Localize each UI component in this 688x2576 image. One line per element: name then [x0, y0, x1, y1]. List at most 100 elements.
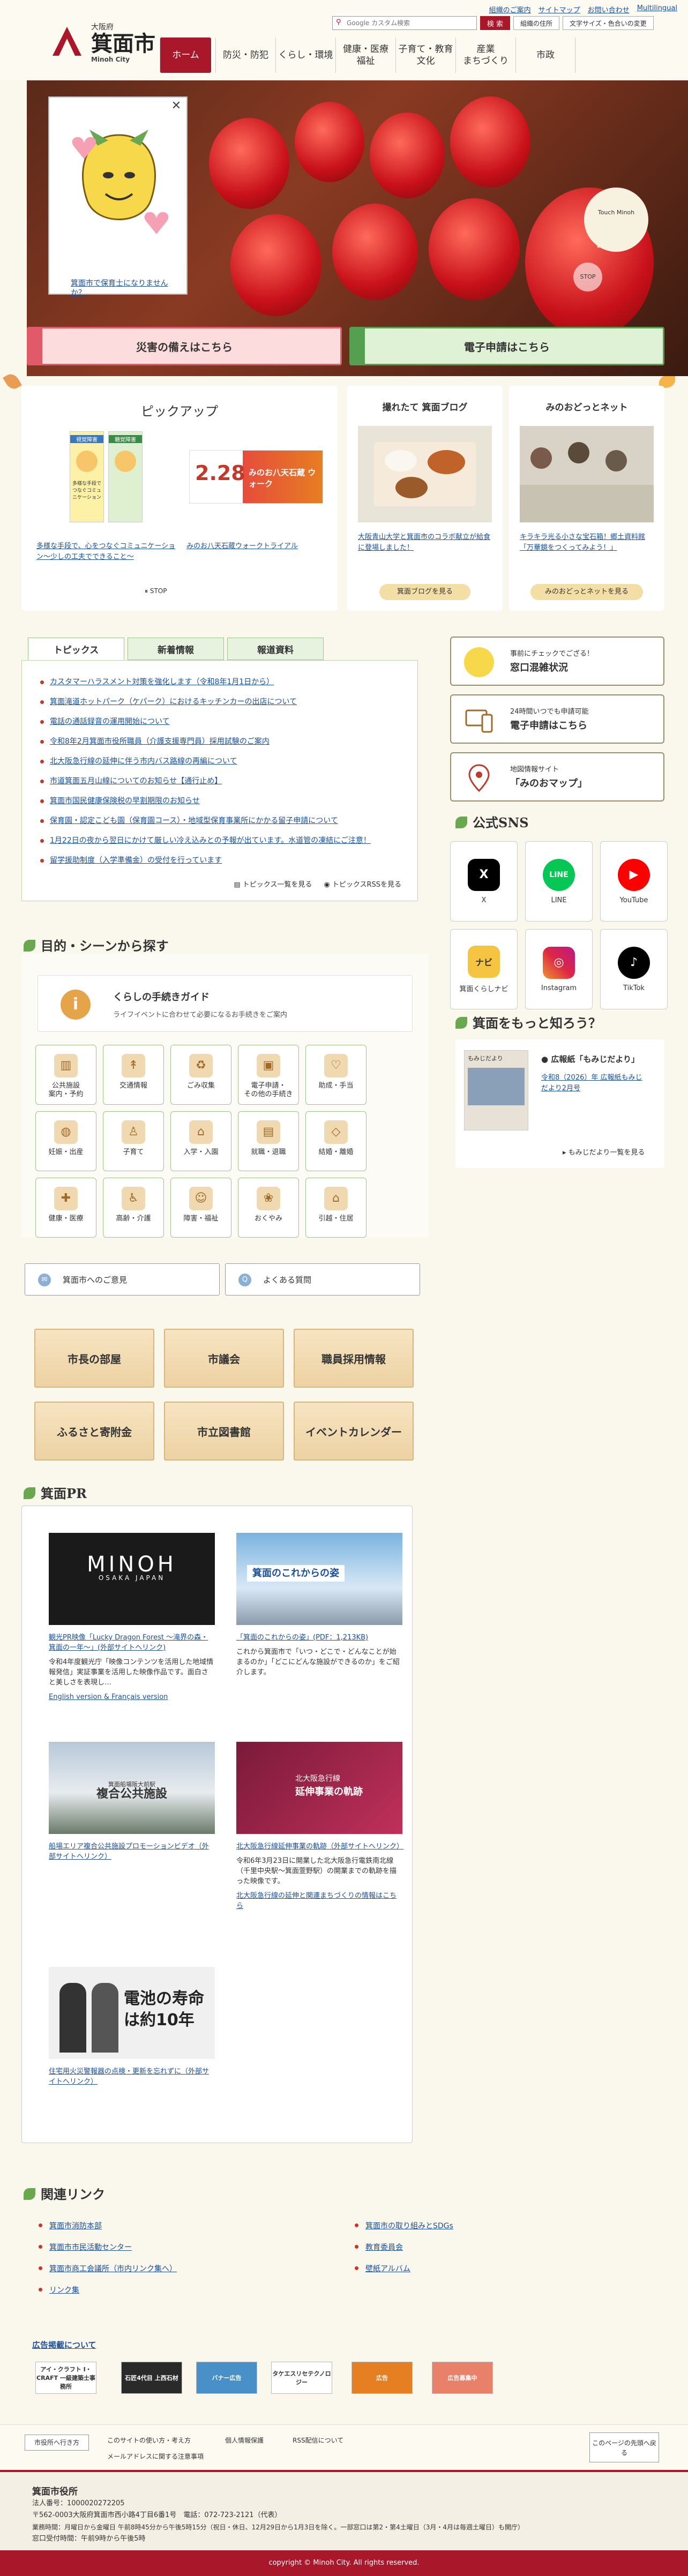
pr-link-facility[interactable]: 船場エリア複合公共施設プロモーションビデオ（外部サイトへリンク） — [49, 1841, 215, 1862]
purpose-health[interactable]: ✚ 健康・医療 — [35, 1178, 96, 1238]
pr-image-railway[interactable]: 北大阪急行線 延伸事業の軌跡 — [236, 1742, 402, 1834]
footer-link-privacy[interactable]: 個人情報保護 — [225, 2436, 264, 2445]
link-contact[interactable]: お問い合わせ — [588, 4, 630, 14]
topic-item[interactable]: 令和8年2月箕面市役所職員（介護支援専門員）採用試験のご案内 — [38, 732, 401, 752]
search-input[interactable] — [332, 16, 477, 30]
pr-image-facility[interactable]: 箕面船場阪大前駅 複合公共施設 — [49, 1742, 215, 1834]
topic-item[interactable]: 箕面滝道ホットパーク（ケパーク）におけるキッチンカーの出店について — [38, 692, 401, 712]
purpose-elderly[interactable]: ♿ 高齢・介護 — [103, 1178, 164, 1238]
pickup-link-2[interactable]: みのお八天石蔵ウォークトライアル — [186, 541, 326, 552]
topic-item[interactable]: 市道箕面五月山線についてのお知らせ【通行止め】 — [38, 772, 401, 791]
hero-stop-button[interactable]: STOP — [573, 263, 602, 291]
disaster-prep-button[interactable]: 災害の備えはこちら — [27, 327, 342, 365]
purpose-moving[interactable]: ⌂ 引越・住居 — [305, 1178, 367, 1238]
sns-line[interactable]: LINE LINE — [525, 841, 593, 922]
pickup-stop-button[interactable]: ⏸ STOP — [145, 587, 167, 595]
purpose-employment[interactable]: ▤ 就職・退職 — [238, 1111, 299, 1171]
purpose-facilities[interactable]: ▥ 公共施設 案内・予約 — [35, 1045, 96, 1105]
purpose-pregnancy[interactable]: ◍ 妊娠・出産 — [35, 1111, 96, 1171]
sns-x[interactable]: XX — [450, 841, 518, 922]
purpose-garbage[interactable]: ♻ ごみ収集 — [170, 1045, 231, 1105]
pickup-item-1[interactable]: 視覚障害 多様な手段でつなぐコミュニケーション 聴覚障害 多様な手段で、心をつな… — [36, 429, 176, 563]
ad-banner[interactable]: 広告募集中 — [432, 2362, 493, 2394]
popup-link-nursery[interactable]: 箕面市で保育士になりませんか？ — [71, 279, 178, 298]
event-calendar-button[interactable]: イベントカレンダー — [294, 1402, 414, 1461]
sns-kurashi-navi[interactable]: ナビ 箕面くらしナビ — [450, 929, 518, 1009]
related-link[interactable]: 壁紙アルバム — [354, 2263, 410, 2274]
touch-minoh-badge[interactable]: Touch Minoh — [584, 188, 648, 252]
pr-link-future[interactable]: 「箕面のこれからの姿」(PDF：1,213KB) — [236, 1633, 402, 1643]
topic-item[interactable]: 留学援助制度（入学準備金）の受付を行っています — [38, 851, 401, 871]
pickup-link-1[interactable]: 多様な手段で、心をつなぐコミュニケーション～少しの工夫でできること～ — [36, 541, 176, 563]
pr-link-english[interactable]: English version & Français version — [49, 1692, 215, 1702]
purpose-marriage[interactable]: ◇ 結婚・離婚 — [305, 1111, 367, 1171]
blog-button[interactable]: 箕面ブログを見る — [379, 584, 470, 600]
pickup-item-2[interactable]: 2.28 みのお八天石蔵 ウォーク みのお八天石蔵ウォークトライアル — [186, 429, 326, 552]
map-card[interactable]: 地図情報サイト 「みのおマップ」 — [450, 752, 664, 802]
momiji-cover-image[interactable]: もみじだより — [464, 1050, 528, 1130]
nav-home[interactable]: ホーム — [160, 38, 211, 73]
e-application-button[interactable]: 電子申請はこちら — [349, 327, 664, 365]
pr-link-railway[interactable]: 北大阪急行線延伸事業の軌跡（外部サイトへリンク） — [236, 1841, 403, 1852]
tab-press[interactable]: 報道資料 — [227, 638, 324, 660]
nav-life[interactable]: くらし・環境 — [275, 38, 335, 73]
tab-new-info[interactable]: 新着情報 — [128, 638, 224, 660]
pr-link-railway-info[interactable]: 北大阪急行線の延伸と関連まちづくりの情報はこちら — [236, 1891, 402, 1911]
purpose-childcare[interactable]: ♙ 子育て — [103, 1111, 164, 1171]
furusato-button[interactable]: ふるさと寄附金 — [34, 1402, 154, 1461]
link-sitemap[interactable]: サイトマップ — [539, 4, 580, 14]
nav-industry[interactable]: 産業 まちづくり — [455, 38, 515, 73]
search-button[interactable]: 検 索 — [480, 16, 510, 30]
directions-button[interactable]: 市役所へ行き方 — [25, 2435, 89, 2451]
topics-list-link[interactable]: ▤ トピックス一覧を見る — [234, 879, 312, 889]
link-multilingual[interactable]: Multilingual — [637, 4, 677, 14]
topic-item[interactable]: 電話の通話録音の運用開始について — [38, 712, 401, 732]
purpose-welfare[interactable]: ☺ 障害・福祉 — [170, 1178, 231, 1238]
link-organization[interactable]: 組織のご案内 — [489, 4, 531, 14]
procedure-guide-card[interactable]: i くらしの手続きガイド ライフイベントに合わせて必要になるお手続きをご案内 — [38, 975, 413, 1032]
ad-banner[interactable]: バナー広告 — [196, 2362, 257, 2394]
close-icon[interactable]: ✕ — [169, 100, 183, 114]
footer-link-usage[interactable]: このサイトの使い方・考え方 — [107, 2436, 191, 2445]
related-link[interactable]: リンク集 — [38, 2285, 79, 2295]
blog-article-link[interactable]: 大阪青山大学と箕面市のコラボ献立が給食に登場しました！ — [358, 532, 492, 553]
related-link[interactable]: 箕面市の取り組みとSDGs — [354, 2220, 453, 2231]
related-link[interactable]: 箕面市市民活動センター — [38, 2242, 132, 2252]
organization-address-button[interactable]: 組織の住所 — [513, 16, 560, 30]
feedback-button[interactable]: ✉ 箕面市へのご意見 — [25, 1263, 220, 1296]
topic-item[interactable]: カスタマーハラスメント対策を強化します（令和8年1月1日から） — [38, 672, 401, 692]
purpose-condolence[interactable]: ❀ おくやみ — [238, 1178, 299, 1238]
pr-image-future[interactable]: 箕面のこれからの姿 — [236, 1533, 402, 1625]
net-button[interactable]: みのおどっとネットを見る — [530, 584, 643, 600]
pr-image-fire-alarm[interactable]: 電池の寿命は約10年 — [49, 1967, 215, 2059]
sns-youtube[interactable]: ▶ YouTube — [600, 841, 668, 922]
ad-banner[interactable]: タケエスリセテクノロジー — [271, 2362, 332, 2394]
nav-city-government[interactable]: 市政 — [515, 38, 575, 73]
pr-link-video[interactable]: 観光PR映像「Lucky Dragon Forest ～滝界の森・箕面の一年～」… — [49, 1633, 215, 1653]
ad-info-link[interactable]: 広告掲載について — [32, 2339, 96, 2350]
related-link[interactable]: 箕面市商工会議所（市内リンク集へ） — [38, 2263, 177, 2274]
recruitment-button[interactable]: 職員採用情報 — [294, 1329, 414, 1388]
purpose-subsidy[interactable]: ♡ 助成・手当 — [305, 1045, 367, 1105]
counter-status-card[interactable]: 事前にチェックでござる！ 窓口混雑状況 — [450, 636, 664, 686]
topic-item[interactable]: 保育園・認定こども園（保育園コース）・地域型保育事業所にかかる留子申請について — [38, 811, 401, 831]
purpose-school[interactable]: ⌂ 入学・入園 — [170, 1111, 231, 1171]
ad-banner[interactable]: 広告 — [352, 2362, 413, 2394]
topics-rss-link[interactable]: ◉ トピックスRSSを見る — [324, 879, 401, 889]
pr-image-minoh[interactable]: MINOH OSAKA JAPAN — [49, 1533, 215, 1625]
footer-link-rss[interactable]: RSS配信について — [293, 2436, 343, 2445]
momiji-list-link[interactable]: ▸ もみじだより一覧を見る — [563, 1147, 645, 1157]
topic-item[interactable]: 北大阪急行線の延伸に伴う市内バス路線の再編について — [38, 752, 401, 772]
nav-education[interactable]: 子育て・教育 文化 — [395, 38, 455, 73]
e-apply-card[interactable]: 24時間いつでも申請可能 電子申請はこちら — [450, 694, 664, 744]
purpose-traffic[interactable]: ↟ 交通情報 — [103, 1045, 164, 1105]
sns-instagram[interactable]: ◎ Instagram — [525, 929, 593, 1009]
net-article-link[interactable]: キラキラ光る小さな宝石箱！郷土資料館「万華鏡をつくってみよう！」 — [520, 532, 654, 553]
accessibility-button[interactable]: 文字サイズ・色合いの変更 — [563, 16, 654, 30]
footer-link-email[interactable]: メールアドレスに関する注意事項 — [107, 2452, 204, 2461]
nav-health[interactable]: 健康・医療 福祉 — [335, 38, 395, 73]
topic-item[interactable]: 1月22日の夜から翌日にかけて厳しい冷え込みとの予報が出ています。水道管の凍結に… — [38, 831, 401, 851]
ad-banner[interactable]: アイ・クラフト I・CRAFT 一級建築士事務所 — [35, 2362, 96, 2394]
pr-link-fire-alarm[interactable]: 住宅用火災警報器の点検・更新を忘れずに（外部サイトへリンク） — [49, 2066, 215, 2087]
sns-tiktok[interactable]: ♪ TikTok — [600, 929, 668, 1009]
